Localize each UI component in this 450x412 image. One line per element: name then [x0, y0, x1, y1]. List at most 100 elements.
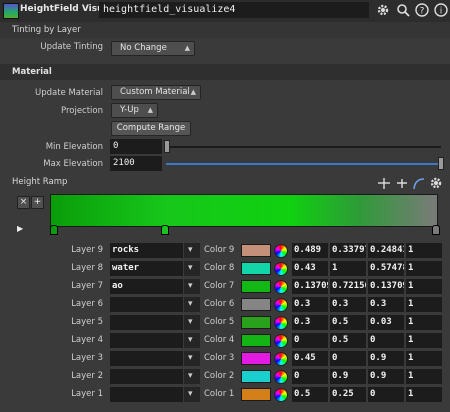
min-elevation-slider[interactable]: [166, 146, 441, 148]
color-r-field[interactable]: 0.45: [292, 351, 328, 366]
color-wheel-icon[interactable]: [274, 280, 288, 294]
color-wheel-icon[interactable]: [274, 298, 288, 312]
layer-dropdown-button[interactable]: [184, 369, 200, 384]
color-r-field[interactable]: 0: [292, 369, 328, 384]
color-swatch[interactable]: [241, 370, 271, 383]
color-a-field[interactable]: 1: [406, 297, 442, 312]
color-g-field[interactable]: 0.9: [330, 369, 366, 384]
color-swatch[interactable]: [241, 298, 271, 311]
color-g-field[interactable]: 0: [330, 351, 366, 366]
color-b-field[interactable]: 0.03: [368, 315, 404, 330]
min-elevation-slider-handle[interactable]: [164, 140, 170, 153]
color-b-field[interactable]: 0.9: [368, 369, 404, 384]
color-a-field[interactable]: 1: [406, 261, 442, 276]
color-a-field[interactable]: 1: [406, 333, 442, 348]
color-g-field[interactable]: 0.5: [330, 333, 366, 348]
ramp-curve-icon[interactable]: [412, 177, 426, 190]
color-swatch[interactable]: [241, 262, 271, 275]
min-elevation-field[interactable]: 0: [110, 139, 162, 154]
height-ramp-gradient[interactable]: [50, 194, 438, 227]
color-wheel-icon[interactable]: [274, 370, 288, 384]
ramp-key-marker[interactable]: [50, 225, 58, 235]
layer-name-field[interactable]: [110, 315, 183, 330]
layer-dropdown-button[interactable]: [184, 387, 200, 402]
layer-dropdown-button[interactable]: [184, 279, 200, 294]
layer-name-field[interactable]: [110, 333, 183, 348]
max-elevation-slider[interactable]: [166, 163, 441, 165]
add-key-button[interactable]: +: [31, 196, 44, 209]
color-r-field[interactable]: 0.5: [292, 387, 328, 402]
max-elevation-field[interactable]: 2100: [110, 156, 162, 171]
color-a-field[interactable]: 1: [406, 351, 442, 366]
color-wheel-icon[interactable]: [274, 262, 288, 276]
search-icon[interactable]: [395, 3, 411, 19]
color-b-field[interactable]: 0.57478: [368, 261, 404, 276]
node-name-field[interactable]: heightfield_visualize4: [99, 2, 369, 18]
color-wheel-icon[interactable]: [274, 352, 288, 366]
layer-dropdown-button[interactable]: [184, 333, 200, 348]
color-a-field[interactable]: 1: [406, 279, 442, 294]
layer-name-field[interactable]: [110, 351, 183, 366]
ramp-interp-icon[interactable]: [395, 177, 409, 190]
color-wheel-icon[interactable]: [274, 388, 288, 402]
layer-name-field[interactable]: water: [110, 261, 183, 276]
max-elevation-slider-handle[interactable]: [438, 157, 444, 170]
tinting-folder[interactable]: Tinting by Layer: [0, 22, 450, 38]
color-r-field[interactable]: 0.13709: [292, 279, 328, 294]
color-r-field[interactable]: 0.3: [292, 315, 328, 330]
color-b-field[interactable]: 0.3: [368, 297, 404, 312]
color-swatch[interactable]: [241, 280, 271, 293]
layer-name-field[interactable]: ao: [110, 279, 183, 294]
layer-dropdown-button[interactable]: [184, 315, 200, 330]
gear-icon[interactable]: [375, 3, 391, 19]
layer-dropdown-button[interactable]: [184, 351, 200, 366]
ramp-move-keys-icon[interactable]: [377, 177, 391, 190]
ramp-gear-icon[interactable]: [429, 176, 443, 190]
color-a-field[interactable]: 1: [406, 369, 442, 384]
layer-name-field[interactable]: [110, 387, 183, 402]
color-g-field[interactable]: 1: [330, 261, 366, 276]
layer-dropdown-button[interactable]: [184, 261, 200, 276]
color-g-field[interactable]: 0.33797: [330, 243, 366, 258]
color-b-field[interactable]: 0: [368, 387, 404, 402]
layer-name-field[interactable]: rocks: [110, 243, 183, 258]
color-wheel-icon[interactable]: [274, 316, 288, 330]
color-a-field[interactable]: 1: [406, 243, 442, 258]
update-material-dropdown[interactable]: Custom Material ▲: [111, 85, 201, 100]
color-g-field[interactable]: 0.3: [330, 297, 366, 312]
color-b-field[interactable]: 0.24841: [368, 243, 404, 258]
color-swatch[interactable]: [241, 316, 271, 329]
compute-range-button[interactable]: Compute Range: [111, 121, 191, 136]
color-a-field[interactable]: 1: [406, 387, 442, 402]
color-r-field[interactable]: 0.43: [292, 261, 328, 276]
color-swatch[interactable]: [241, 388, 271, 401]
color-g-field[interactable]: 0.5: [330, 315, 366, 330]
layer-name-field[interactable]: [110, 297, 183, 312]
color-b-field[interactable]: 0.9: [368, 351, 404, 366]
help-icon[interactable]: ?: [414, 3, 430, 19]
play-icon[interactable]: ▶: [17, 224, 23, 233]
color-r-field[interactable]: 0: [292, 333, 328, 348]
color-wheel-icon[interactable]: [274, 334, 288, 348]
color-r-field[interactable]: 0.3: [292, 297, 328, 312]
projection-dropdown[interactable]: Y-Up ▲: [111, 103, 158, 118]
color-swatch[interactable]: [241, 244, 271, 257]
color-g-field[interactable]: 0.72156: [330, 279, 366, 294]
color-swatch[interactable]: [241, 334, 271, 347]
info-icon[interactable]: i: [433, 3, 449, 19]
material-folder[interactable]: Material: [0, 64, 450, 80]
ramp-key-marker[interactable]: [160, 225, 169, 235]
color-wheel-icon[interactable]: [274, 244, 288, 258]
ramp-key-marker[interactable]: [432, 225, 440, 235]
color-b-field[interactable]: 0: [368, 333, 404, 348]
color-a-field[interactable]: 1: [406, 315, 442, 330]
layer-name-field[interactable]: [110, 369, 183, 384]
layer-dropdown-button[interactable]: [184, 297, 200, 312]
update-tinting-dropdown[interactable]: No Change ▲: [111, 41, 195, 56]
color-r-field[interactable]: 0.489: [292, 243, 328, 258]
color-g-field[interactable]: 0.25: [330, 387, 366, 402]
remove-key-button[interactable]: ×: [17, 196, 30, 209]
layer-dropdown-button[interactable]: [184, 243, 200, 258]
color-swatch[interactable]: [241, 352, 271, 365]
color-b-field[interactable]: 0.13709: [368, 279, 404, 294]
